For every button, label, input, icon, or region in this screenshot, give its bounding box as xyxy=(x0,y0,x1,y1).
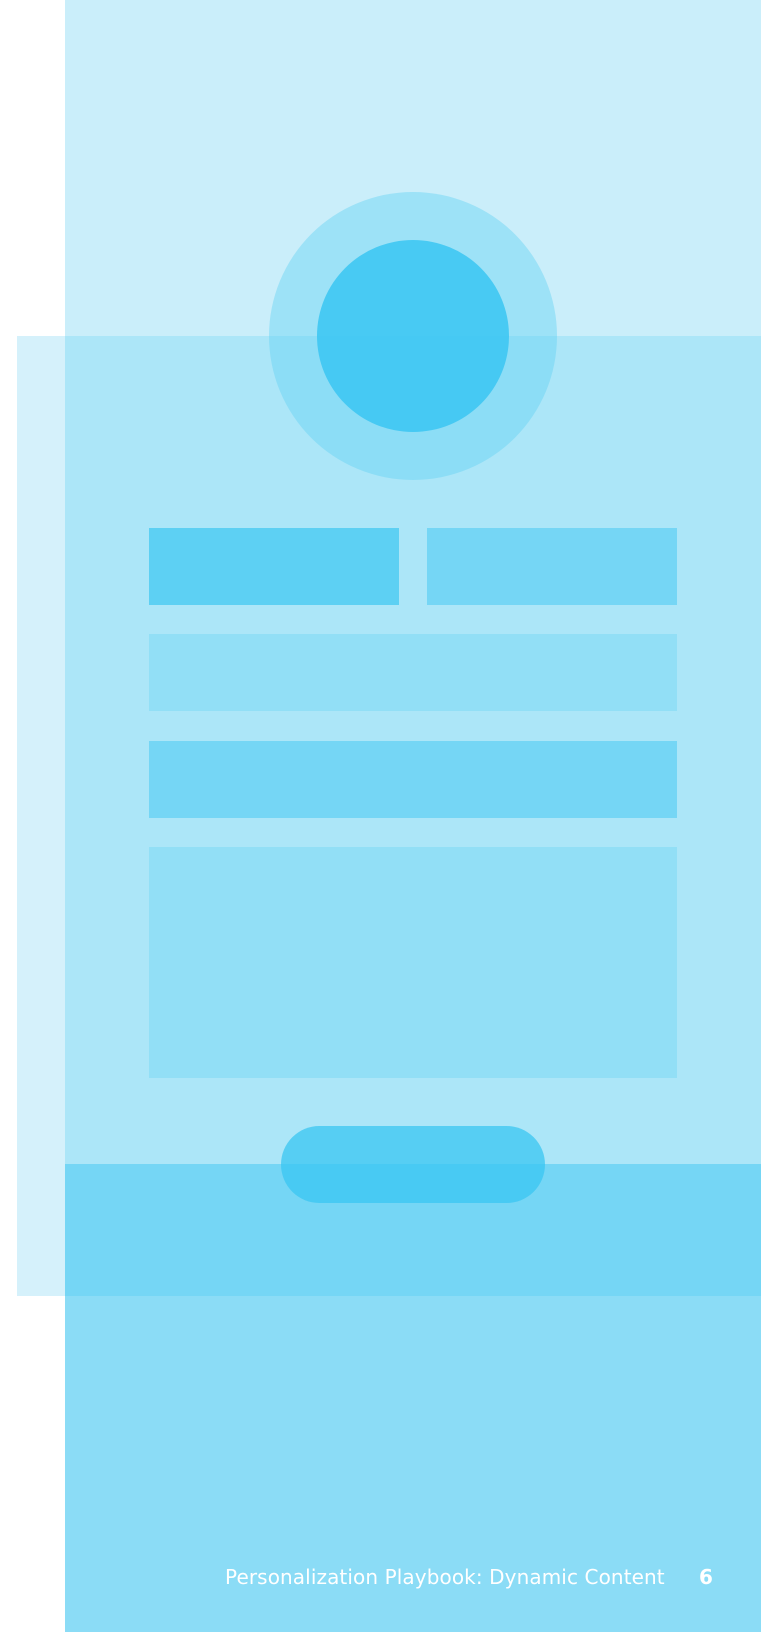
page-number: 6 xyxy=(699,1565,713,1589)
submit-button-placeholder xyxy=(281,1126,545,1203)
first-name-field-placeholder xyxy=(149,528,399,605)
message-field-placeholder xyxy=(149,847,677,1078)
footer-document-title: Personalization Playbook: Dynamic Conten… xyxy=(225,1565,665,1589)
email-field-placeholder xyxy=(149,634,677,711)
company-field-placeholder xyxy=(149,741,677,818)
avatar-placeholder xyxy=(317,240,509,432)
last-name-field-placeholder xyxy=(427,528,677,605)
